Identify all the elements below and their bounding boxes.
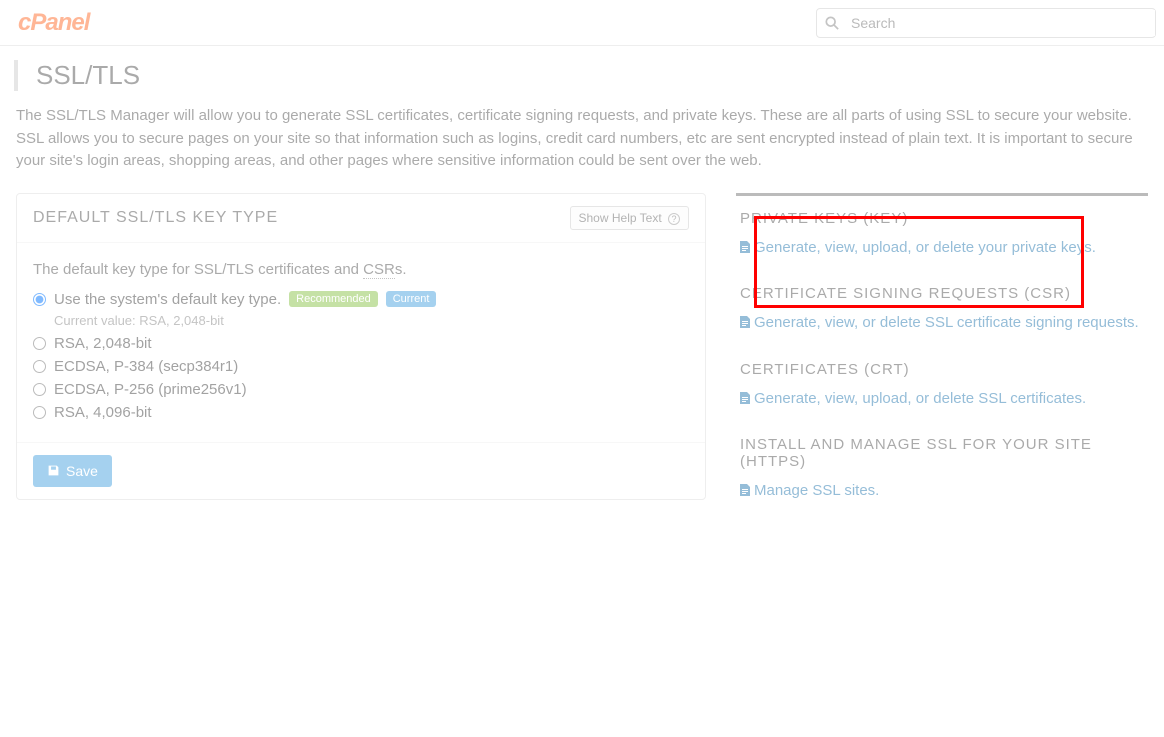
option-label: ECDSA, P-384 (secp384r1)	[54, 358, 238, 375]
help-icon: ?	[668, 213, 680, 225]
option-label: ECDSA, P-256 (prime256v1)	[54, 381, 247, 398]
key-option-ecdsa-p256[interactable]: ECDSA, P-256 (prime256v1)	[33, 378, 689, 401]
section-title-install-ssl: INSTALL AND MANAGE SSL FOR YOUR SITE (HT…	[740, 436, 1144, 470]
section-crt: CERTIFICATES (CRT) Generate, view, uploa…	[736, 347, 1148, 423]
key-option-system-default[interactable]: Use the system's default key type. Recom…	[33, 288, 689, 311]
panel-title: DEFAULT SSL/TLS KEY TYPE	[33, 209, 278, 227]
key-option-rsa-2048[interactable]: RSA, 2,048-bit	[33, 332, 689, 355]
link-text: Generate, view, upload, or delete SSL ce…	[754, 390, 1086, 407]
save-label: Save	[66, 463, 98, 479]
search-box[interactable]	[816, 8, 1156, 38]
save-button[interactable]: Save	[33, 455, 112, 487]
link-csr[interactable]: Generate, view, or delete SSL certificat…	[740, 312, 1144, 335]
section-title-csr: CERTIFICATE SIGNING REQUESTS (CSR)	[740, 285, 1144, 302]
radio-ecdsa-p384[interactable]	[33, 360, 46, 373]
intro-text: The SSL/TLS Manager will allow you to ge…	[0, 105, 1164, 193]
file-icon	[740, 241, 750, 253]
section-title-private-keys: PRIVATE KEYS (KEY)	[740, 210, 1144, 227]
save-icon	[47, 464, 60, 477]
option-label: RSA, 2,048-bit	[54, 335, 152, 352]
section-title-crt: CERTIFICATES (CRT)	[740, 361, 1144, 378]
radio-system-default[interactable]	[33, 293, 46, 306]
page-title: SSL/TLS	[36, 60, 1164, 91]
link-text: Manage SSL sites.	[754, 482, 879, 499]
show-help-label: Show Help Text	[579, 211, 662, 225]
file-icon	[740, 316, 750, 328]
current-value: Current value: RSA, 2,048-bit	[33, 313, 689, 328]
radio-rsa-2048[interactable]	[33, 337, 46, 350]
link-private-keys[interactable]: Generate, view, upload, or delete your p…	[740, 237, 1144, 260]
search-input[interactable]	[847, 10, 1155, 36]
key-option-ecdsa-p384[interactable]: ECDSA, P-384 (secp384r1)	[33, 355, 689, 378]
radio-ecdsa-p256[interactable]	[33, 383, 46, 396]
show-help-button[interactable]: Show Help Text ?	[570, 206, 690, 230]
key-option-rsa-4096[interactable]: RSA, 4,096-bit	[33, 401, 689, 424]
link-manage-ssl[interactable]: Manage SSL sites.	[740, 480, 1144, 503]
badge-recommended: Recommended	[289, 291, 378, 307]
file-icon	[740, 392, 750, 404]
cpanel-logo: cPanel	[8, 9, 89, 37]
section-private-keys: PRIVATE KEYS (KEY) Generate, view, uploa…	[736, 196, 1148, 272]
key-type-description: The default key type for SSL/TLS certifi…	[33, 261, 689, 278]
option-label: Use the system's default key type.	[54, 291, 281, 308]
option-label: RSA, 4,096-bit	[54, 404, 152, 421]
radio-rsa-4096[interactable]	[33, 406, 46, 419]
top-header: cPanel	[0, 0, 1164, 46]
file-icon	[740, 484, 750, 496]
section-csr: CERTIFICATE SIGNING REQUESTS (CSR) Gener…	[736, 271, 1148, 347]
badge-current: Current	[386, 291, 437, 307]
link-text: Generate, view, or delete SSL certificat…	[754, 314, 1139, 331]
default-key-type-panel: DEFAULT SSL/TLS KEY TYPE Show Help Text …	[16, 193, 706, 500]
search-icon	[817, 16, 847, 30]
page-title-wrap: SSL/TLS	[14, 60, 1164, 91]
link-crt[interactable]: Generate, view, upload, or delete SSL ce…	[740, 388, 1144, 411]
link-text: Generate, view, upload, or delete your p…	[754, 239, 1096, 256]
section-install-ssl: INSTALL AND MANAGE SSL FOR YOUR SITE (HT…	[736, 422, 1148, 515]
